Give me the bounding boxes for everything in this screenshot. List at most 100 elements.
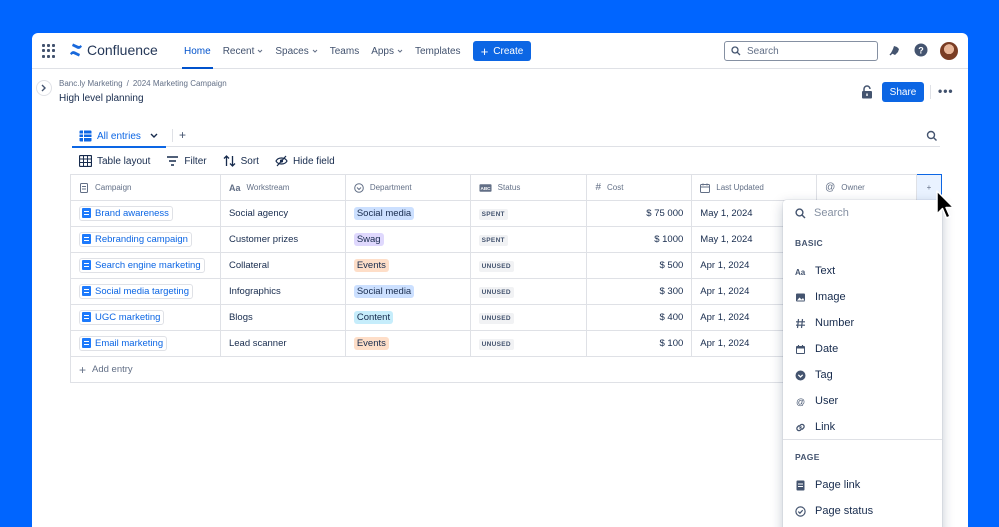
page-section-heading: PAGE [795, 452, 820, 462]
eye-hidden-icon [275, 155, 288, 167]
cost-cell[interactable]: $ 75 000 [586, 200, 693, 227]
field-search-input[interactable]: Search [795, 207, 849, 219]
expand-sidebar-button[interactable] [36, 80, 52, 96]
status-cell[interactable]: SPENT [469, 226, 588, 253]
menu-divider [783, 439, 942, 440]
status-field-icon: ABC [479, 183, 492, 192]
hide-field-button[interactable]: Hide field [275, 155, 335, 167]
cost-cell[interactable]: $ 500 [586, 252, 693, 279]
campaign-cell: Rebranding campaign [70, 226, 221, 253]
tab-all-entries[interactable]: All entries [72, 125, 166, 148]
field-type-link[interactable]: Link [795, 421, 835, 433]
campaign-link[interactable]: Email marketing [79, 335, 168, 351]
column-header-workstream[interactable]: Aa Workstream [219, 174, 346, 201]
nav-item-apps[interactable]: Apps [365, 33, 409, 69]
cost-cell[interactable]: $ 400 [586, 304, 693, 331]
chevron-down-icon [397, 49, 403, 53]
field-type-image[interactable]: Image [795, 291, 846, 303]
department-cell[interactable]: Social media [344, 200, 471, 227]
department-tag: Swag [353, 233, 384, 246]
column-header-department[interactable]: Department [344, 174, 471, 201]
nav-item-spaces[interactable]: Spaces [269, 33, 323, 69]
add-field-menu: Search BASIC Aa Text Image Number Date Tag @ Us… [783, 200, 942, 527]
field-type-label: Tag [815, 369, 833, 381]
breadcrumb-space[interactable]: Banc.ly Marketing [59, 79, 123, 88]
filter-button[interactable]: Filter [166, 155, 207, 167]
view-tabs: All entries + [72, 125, 940, 148]
plus-icon: + [480, 43, 489, 59]
notifications-icon[interactable] [888, 43, 902, 57]
confluence-logo[interactable]: Confluence [69, 42, 158, 58]
field-type-text[interactable]: Aa Text [795, 265, 835, 277]
number-icon [796, 318, 805, 328]
status-cell[interactable]: UNUSED [469, 304, 588, 331]
campaign-link[interactable]: Rebranding campaign [79, 231, 192, 247]
field-type-user[interactable]: @ User [795, 395, 838, 407]
column-header-campaign[interactable]: Campaign [70, 174, 221, 201]
add-view-button[interactable]: + [179, 128, 186, 142]
workstream-cell[interactable]: Customer prizes [219, 226, 346, 253]
column-header-status[interactable]: ABC Status [469, 174, 588, 201]
nav-item-home[interactable]: Home [178, 33, 217, 69]
column-header-owner[interactable]: @ Owner [816, 174, 917, 201]
workstream-cell[interactable]: Infographics [219, 278, 346, 305]
workstream-cell[interactable]: Blogs [219, 304, 346, 331]
campaign-name: Search engine marketing [95, 259, 201, 271]
workstream-cell[interactable]: Collateral [219, 252, 346, 279]
svg-text:Aa: Aa [795, 268, 806, 277]
add-entry-label: Add entry [92, 364, 133, 375]
department-cell[interactable]: Swag [344, 226, 471, 253]
campaign-link[interactable]: UGC marketing [79, 309, 165, 325]
status-lozenge: SPENT [478, 234, 508, 246]
campaign-link[interactable]: Brand awareness [79, 205, 173, 221]
status-cell[interactable]: UNUSED [469, 252, 588, 279]
field-type-number[interactable]: Number [795, 317, 854, 329]
field-type-label: Page status [815, 505, 874, 517]
page-icon [82, 312, 91, 323]
campaign-link[interactable]: Social media targeting [79, 283, 193, 299]
cost-cell[interactable]: $ 100 [586, 330, 693, 357]
app-window: Confluence Home Recent Spaces Teams Apps Temp… [32, 33, 968, 527]
nav-item-teams[interactable]: Teams [324, 33, 365, 69]
breadcrumb: Banc.ly Marketing / 2024 Marketing Campa… [59, 79, 227, 88]
workstream-cell[interactable]: Social agency [219, 200, 346, 227]
campaign-link[interactable]: Search engine marketing [79, 257, 205, 273]
nav-item-recent[interactable]: Recent [217, 33, 270, 69]
share-button[interactable]: Share [882, 82, 924, 102]
cost-cell[interactable]: $ 1000 [586, 226, 693, 253]
field-type-page-link[interactable]: Page link [795, 479, 860, 491]
help-icon[interactable]: ? [914, 43, 928, 57]
avatar[interactable] [940, 42, 958, 60]
department-cell[interactable]: Events [344, 330, 471, 357]
department-cell[interactable]: Content [344, 304, 471, 331]
status-cell[interactable]: UNUSED [469, 330, 588, 357]
field-type-tag[interactable]: Tag [795, 369, 833, 381]
plus-icon: + [79, 362, 87, 377]
column-label: Department [369, 183, 412, 192]
cost-cell[interactable]: $ 300 [586, 278, 693, 305]
department-cell[interactable]: Social media [344, 278, 471, 305]
column-label: Owner [841, 183, 865, 192]
app-switcher-icon[interactable] [42, 44, 56, 58]
table-layout-button[interactable]: Table layout [79, 155, 150, 167]
status-cell[interactable]: SPENT [469, 200, 588, 227]
column-header-last-updated[interactable]: Last Updated [691, 174, 818, 201]
sort-button[interactable]: Sort [223, 155, 259, 167]
department-cell[interactable]: Events [344, 252, 471, 279]
campaign-cell: Brand awareness [70, 200, 221, 227]
workstream-cell[interactable]: Lead scanner [219, 330, 346, 357]
database-search-icon[interactable] [926, 130, 938, 142]
more-actions-button[interactable]: ••• [938, 84, 954, 98]
svg-text:@: @ [796, 397, 805, 407]
number-field-icon: # [595, 182, 602, 193]
column-label: Last Updated [716, 183, 764, 192]
status-cell[interactable]: UNUSED [469, 278, 588, 305]
unlock-icon[interactable] [861, 85, 873, 99]
field-type-page-status[interactable]: Page status [795, 505, 873, 517]
field-type-date[interactable]: Date [795, 343, 838, 355]
breadcrumb-parent[interactable]: 2024 Marketing Campaign [133, 79, 227, 88]
search-input[interactable]: Search [724, 41, 878, 61]
column-header-cost[interactable]: # Cost [586, 174, 693, 201]
create-button[interactable]: + Create [473, 41, 531, 61]
nav-item-templates[interactable]: Templates [409, 33, 467, 69]
